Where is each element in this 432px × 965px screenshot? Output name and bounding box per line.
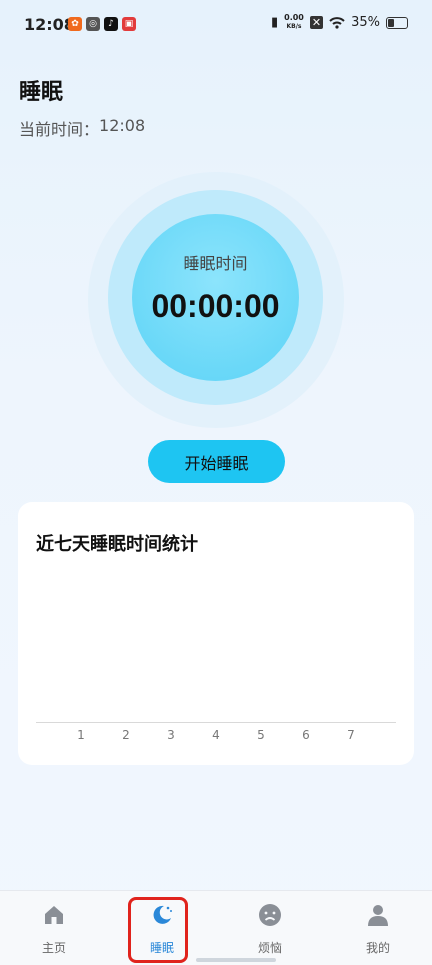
chart-x-axis: [36, 722, 396, 723]
tab-worries-label: 烦恼: [257, 941, 282, 955]
sad-face-icon: [259, 904, 281, 926]
wifi-icon: [329, 16, 345, 29]
current-time-value: 12:08: [99, 116, 146, 135]
status-bar: 12:08 ✿ ◎ ♪ ▣ ▮ 0.00 KB/s ✕ 35%: [0, 0, 432, 52]
x-tick: 1: [77, 728, 85, 742]
vibrate-icon: ▮: [270, 15, 279, 30]
tab-home[interactable]: 主页: [0, 891, 108, 965]
x-tick: 6: [302, 728, 310, 742]
page-title: 睡眠: [19, 80, 64, 105]
x-tick: 5: [257, 728, 265, 742]
battery-icon: [386, 16, 408, 29]
stats-title: 近七天睡眠时间统计: [36, 534, 198, 555]
status-right: ▮ 0.00 KB/s ✕ 35%: [271, 14, 408, 31]
current-time-label: 当前时间：: [19, 120, 100, 139]
bottom-tab-bar: 主页 睡眠 烦恼 我的: [0, 890, 432, 965]
sim-off-icon: ✕: [309, 16, 324, 29]
x-tick: 2: [122, 728, 130, 742]
home-indicator[interactable]: [196, 958, 276, 962]
app-notification-icon: ▣: [122, 17, 136, 31]
x-tick: 7: [347, 728, 355, 742]
home-icon: [45, 906, 63, 924]
net-speed-unit: KB/s: [286, 23, 302, 30]
timer-value: 00:00:00: [151, 288, 280, 324]
x-tick: 4: [212, 728, 220, 742]
app-notification-icon: ✿: [68, 17, 82, 31]
user-icon: [368, 905, 388, 926]
start-sleep-button[interactable]: 开始睡眠: [148, 440, 285, 483]
app-notification-icon: ◎: [86, 17, 100, 31]
net-speed-value: 0.00: [284, 13, 304, 22]
current-time-row: 当前时间： 12:08: [19, 116, 145, 140]
battery-percent: 35%: [351, 15, 380, 30]
status-app-icons: ✿ ◎ ♪ ▣: [68, 17, 136, 31]
tab-profile-label: 我的: [365, 941, 390, 955]
active-tab-highlight-box: [128, 897, 188, 963]
sleep-stats-card: 近七天睡眠时间统计 1 2 3 4 5 6 7: [18, 502, 414, 765]
x-tick: 3: [167, 728, 175, 742]
net-speed: 0.00 KB/s: [284, 14, 304, 31]
tab-worries[interactable]: 烦恼: [216, 891, 324, 965]
tab-profile[interactable]: 我的: [324, 891, 432, 965]
tiktok-icon: ♪: [104, 17, 118, 31]
timer-label: 睡眠时间: [183, 254, 248, 273]
tab-home-label: 主页: [41, 941, 66, 955]
